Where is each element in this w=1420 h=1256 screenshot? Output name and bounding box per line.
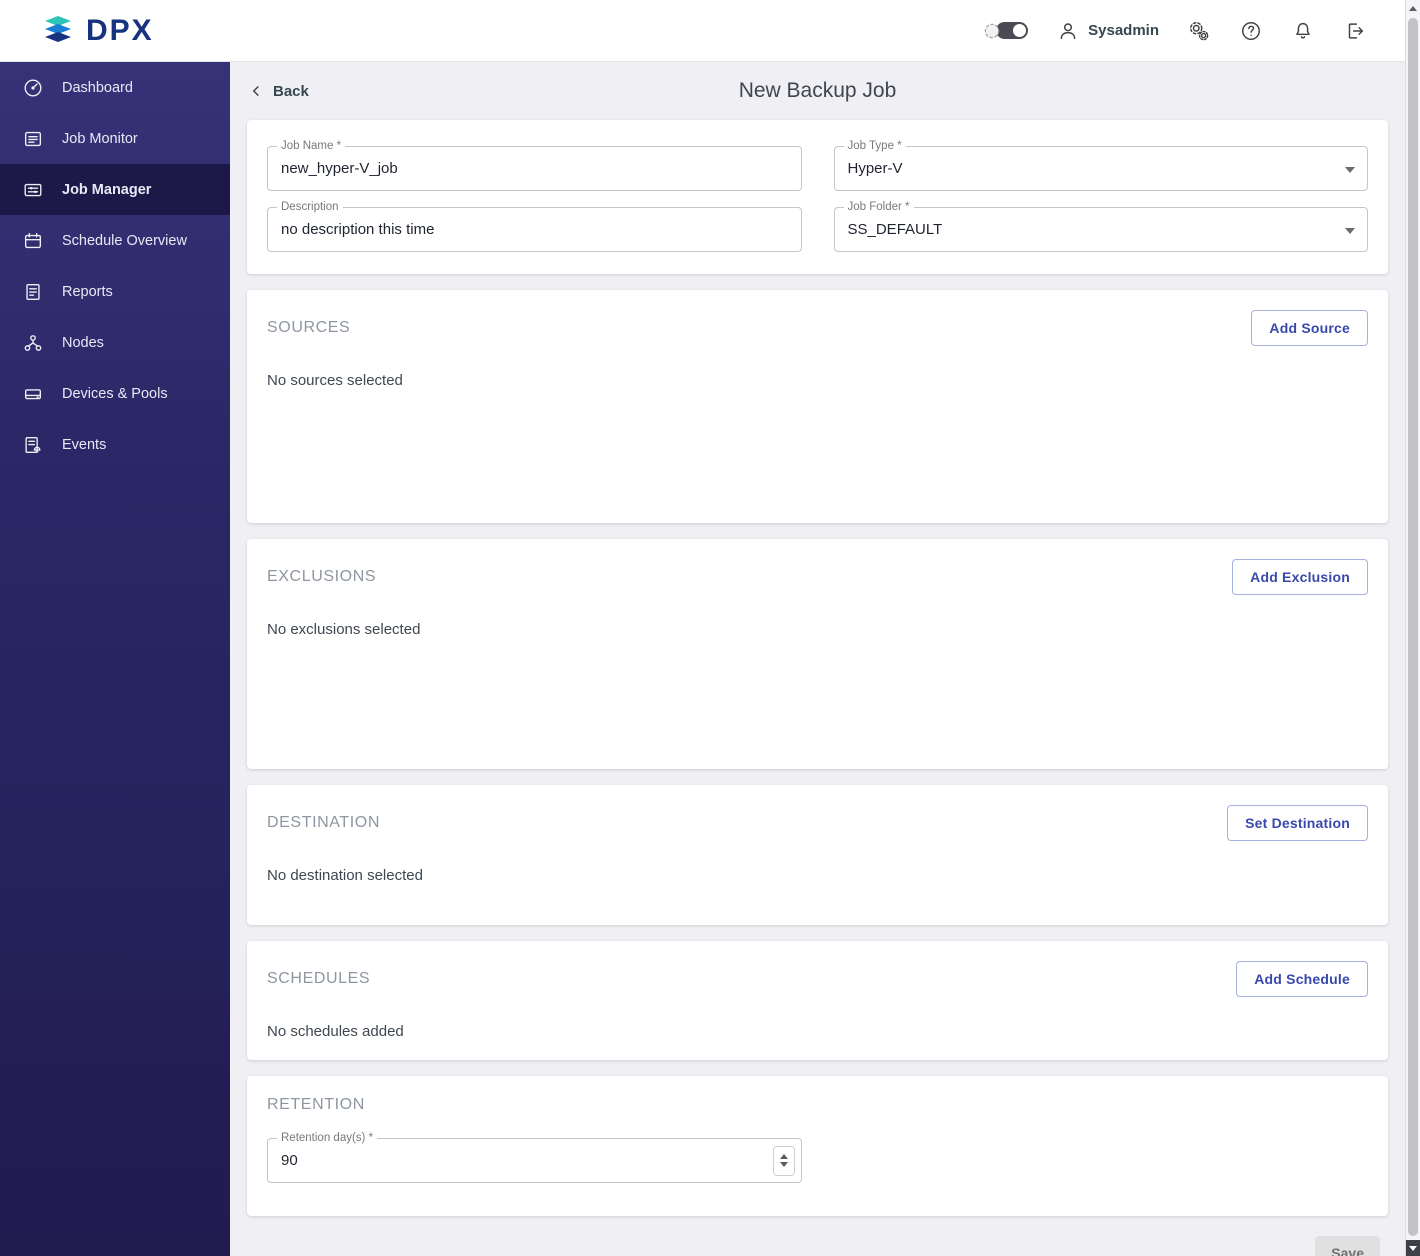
scroll-up-button[interactable] — [1406, 0, 1420, 16]
dark-mode-toggle[interactable] — [982, 19, 1029, 43]
exclusions-section: EXCLUSIONS Add Exclusion No exclusions s… — [247, 539, 1388, 769]
add-source-button[interactable]: Add Source — [1251, 310, 1368, 346]
sidebar-item-nodes[interactable]: Nodes — [0, 317, 230, 368]
job-name-value: new_hyper-V_job — [281, 160, 398, 177]
job-folder-label: Job Folder * — [843, 201, 914, 213]
schedules-empty-text: No schedules added — [267, 1023, 404, 1040]
reports-icon — [26, 283, 40, 300]
sidebar-item-label: Events — [62, 436, 107, 453]
sidebar-item-job-monitor[interactable]: Job Monitor — [0, 113, 230, 164]
gear-icon — [982, 21, 1002, 41]
job-name-field[interactable]: Job Name * new_hyper-V_job — [267, 140, 802, 191]
job-details-card: Job Name * new_hyper-V_job Job Type * Hy… — [247, 120, 1388, 274]
logout-icon[interactable] — [1343, 19, 1367, 43]
sources-title: SOURCES — [267, 319, 351, 336]
schedule-overview-icon — [24, 232, 42, 248]
chevron-down-icon — [1345, 166, 1355, 173]
job-name-label: Job Name * — [277, 140, 346, 152]
sidebar-item-label: Schedule Overview — [62, 232, 187, 249]
user-menu[interactable]: Sysadmin — [1056, 19, 1159, 43]
scrollbar-thumb[interactable] — [1408, 18, 1418, 1236]
description-field[interactable]: Description no description this time — [267, 201, 802, 252]
devices-pools-icon — [24, 388, 42, 399]
scroll-down-button[interactable] — [1406, 1240, 1420, 1256]
sidebar-item-job-manager[interactable]: Job Manager — [0, 164, 230, 215]
retention-section: RETENTION Retention day(s) * 90 — [247, 1076, 1388, 1216]
sidebar-item-label: Job Monitor — [62, 130, 138, 147]
job-folder-select[interactable]: Job Folder * SS_DEFAULT — [833, 201, 1368, 252]
job-type-label: Job Type * — [843, 140, 906, 152]
job-type-select[interactable]: Job Type * Hyper-V — [833, 140, 1368, 191]
add-schedule-button[interactable]: Add Schedule — [1236, 961, 1368, 997]
schedules-section: SCHEDULES Add Schedule No schedules adde… — [247, 941, 1388, 1060]
page-header: New Backup Job Back — [247, 62, 1388, 120]
sources-empty-text: No sources selected — [267, 372, 403, 389]
retention-days-input[interactable]: Retention day(s) * 90 — [267, 1132, 802, 1183]
sidebar-item-schedule-overview[interactable]: Schedule Overview — [0, 215, 230, 266]
description-label: Description — [277, 201, 343, 213]
notifications-bell-icon[interactable] — [1291, 19, 1315, 43]
sidebar-item-reports[interactable]: Reports — [0, 266, 230, 317]
nodes-icon — [24, 334, 42, 351]
chevron-down-icon — [1345, 227, 1355, 234]
toggle-knob — [1013, 24, 1027, 37]
logo-text: DPX — [86, 13, 154, 47]
sidebar-item-label: Job Manager — [62, 181, 152, 198]
sources-section: SOURCES Add Source No sources selected — [247, 290, 1388, 523]
destination-section: DESTINATION Set Destination No destinati… — [247, 785, 1388, 925]
sidebar: Dashboard Job Monitor Job Manager Schedu… — [0, 62, 230, 1256]
schedules-title: SCHEDULES — [267, 970, 371, 987]
user-icon — [1056, 19, 1080, 43]
sidebar-item-label: Nodes — [62, 334, 104, 351]
exclusions-title: EXCLUSIONS — [267, 568, 377, 585]
job-manager-icon — [24, 183, 42, 196]
job-monitor-icon — [24, 131, 42, 146]
settings-gears-icon[interactable] — [1187, 19, 1211, 43]
sidebar-item-devices-pools[interactable]: Devices & Pools — [0, 368, 230, 419]
sidebar-item-label: Dashboard — [62, 79, 133, 96]
job-folder-value: SS_DEFAULT — [847, 221, 943, 238]
user-name: Sysadmin — [1088, 22, 1159, 39]
number-stepper-icon[interactable] — [773, 1145, 795, 1176]
sidebar-item-dashboard[interactable]: Dashboard — [0, 62, 230, 113]
events-icon — [25, 436, 41, 453]
main-content: New Backup Job Back Job Name * new_hyper… — [230, 62, 1405, 1256]
dashboard-icon — [24, 79, 42, 96]
destination-title: DESTINATION — [267, 814, 380, 831]
retention-title: RETENTION — [267, 1096, 365, 1113]
sidebar-item-events[interactable]: Events — [0, 419, 230, 470]
help-icon[interactable] — [1239, 19, 1263, 43]
exclusions-empty-text: No exclusions selected — [267, 621, 421, 638]
description-value: no description this time — [281, 221, 435, 238]
scrollbar[interactable] — [1405, 0, 1420, 1256]
retention-days-label: Retention day(s) * — [277, 1132, 378, 1144]
dpx-logo: DPX — [0, 14, 154, 48]
page-title: New Backup Job — [738, 79, 897, 102]
dpx-logo-icon — [45, 15, 71, 42]
sidebar-item-label: Reports — [62, 283, 113, 300]
retention-days-value: 90 — [281, 1152, 298, 1169]
topbar: DPX Sysadmin — [0, 0, 1405, 62]
add-exclusion-button[interactable]: Add Exclusion — [1232, 559, 1368, 595]
job-type-value: Hyper-V — [847, 160, 903, 177]
destination-empty-text: No destination selected — [267, 867, 423, 884]
set-destination-button[interactable]: Set Destination — [1227, 805, 1368, 841]
sidebar-item-label: Devices & Pools — [62, 385, 168, 402]
save-button[interactable]: Save — [1315, 1236, 1380, 1256]
